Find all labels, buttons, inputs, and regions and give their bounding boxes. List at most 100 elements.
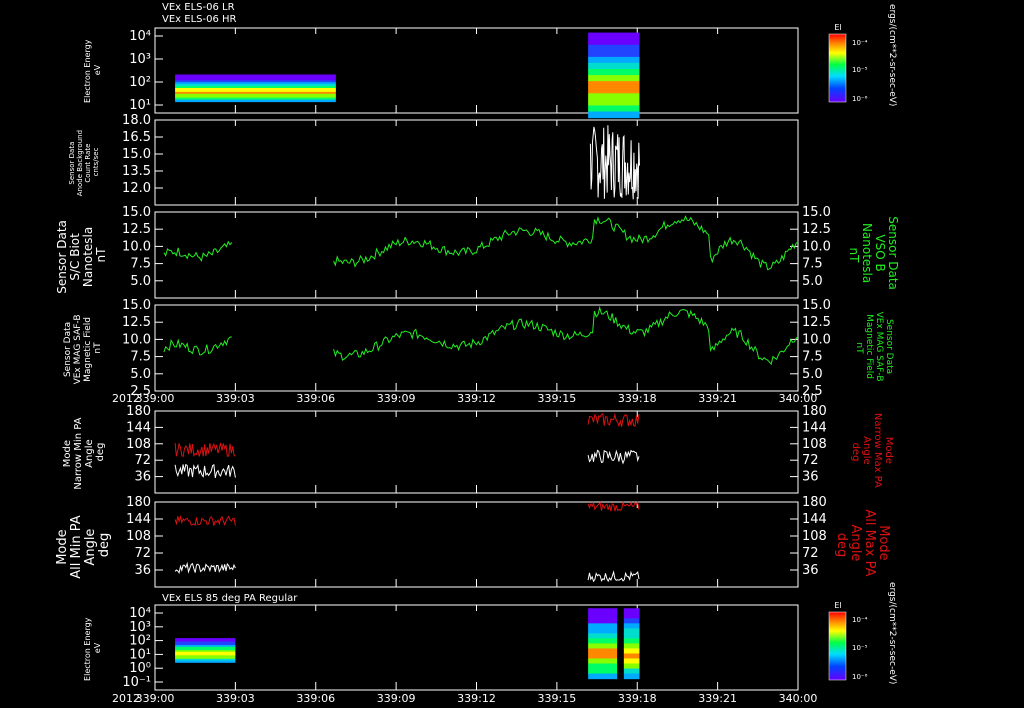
- header-line-1: VEx ELS-06 LR: [162, 2, 235, 13]
- colorbar-bottom: [828, 611, 847, 681]
- b-field-line-b-saf-0: [163, 336, 232, 356]
- spectrogram-row: [588, 618, 618, 624]
- xtick-label-upper-2: 339:06: [296, 392, 335, 405]
- ytick-label-b-scbiot-0: 15.0: [122, 205, 151, 220]
- spectrogram-row: [588, 673, 618, 680]
- pa-all-max-line-1: [587, 500, 640, 512]
- ylabel-b-saf: Sensor Data VEx MAG SAF-B Magnetic Field…: [63, 312, 103, 385]
- ylabel-spec-bottom-1: Electron Energy: [83, 617, 92, 681]
- ylabel-right-pa-all-1: Mode: [876, 525, 891, 560]
- spectrogram-row: [588, 32, 640, 40]
- spectrogram-row: [588, 648, 618, 655]
- ytick-label-spec-top-1: 10³: [129, 52, 151, 67]
- ytick-label-pa-all-1: 144: [126, 512, 151, 527]
- xtick-label-upper-6: 339:18: [618, 392, 657, 405]
- ylabel-b-scbiot-1: Sensor Data: [55, 220, 69, 294]
- pa-all-max-line-0: [174, 514, 236, 527]
- ylabel-right-b-saf-2: VEx MAG SAF-B: [874, 312, 884, 382]
- ylabel-b-saf-3: Magnetic Field: [83, 317, 93, 382]
- ylabel-right-pa-narrow-4: deg: [850, 443, 861, 462]
- ytick-label-right-pa-narrow-2: 108: [802, 437, 827, 452]
- ytick-label-pa-narrow-1: 144: [126, 420, 151, 435]
- colorbar-bottom-title: El: [834, 601, 841, 610]
- colorbar-top: [828, 33, 847, 103]
- spectrogram-row: [623, 608, 640, 614]
- xtick-label-upper-5: 339:15: [538, 392, 577, 405]
- ylabel-b-saf-2: VEx MAG SAF-B: [73, 314, 83, 384]
- spectrogram-row: [623, 658, 640, 665]
- colorbar-top-unit: ergs/(cm**2-sr-sec-eV): [887, 4, 897, 106]
- ytick-label-anode-bg-1: 16.5: [122, 130, 151, 145]
- ytick-label-right-b-saf-3: 7.5: [802, 350, 823, 365]
- xtick-label-lower-6: 339:18: [618, 692, 657, 705]
- spectrogram-row: [623, 623, 640, 629]
- xtick-label-lower-8: 340:00: [779, 692, 818, 705]
- xtick-label-lower-2: 339:06: [296, 692, 335, 705]
- spectrogram-row: [175, 99, 336, 103]
- ytick-label-right-b-saf-4: 5.0: [802, 367, 823, 382]
- colorbar-top-tick-1: 10⁻⁵: [852, 66, 868, 74]
- ylabel-anode: Sensor Data Anode Background Count Rate …: [68, 128, 100, 196]
- ylabel-right-b-saf-3: Magnetic Field: [864, 314, 874, 379]
- spectrogram-row: [175, 660, 236, 663]
- ytick-label-pa-narrow-4: 36: [134, 470, 151, 485]
- ytick-label-b-saf-3: 7.5: [130, 350, 151, 365]
- chart-figure: VEx ELS-06 LR VEx ELS-06 HR 10⁴10³10²10¹…: [55, 2, 900, 705]
- ylabel-right-pa-all-4: deg: [834, 533, 849, 558]
- xtick-label-upper-0: 339:00: [136, 392, 175, 405]
- colorbar-bottom-tick-2: 10⁻⁶: [852, 673, 868, 681]
- ytick-label-spec-top-3: 10¹: [129, 98, 151, 113]
- ylabel-spec-bottom-2: eV: [93, 642, 102, 653]
- pa-all-min-line-1: [587, 570, 640, 583]
- spectrogram-row: [588, 81, 640, 88]
- ylabel-spec-bottom: Electron Energy eV: [83, 615, 102, 681]
- spectrogram-row: [588, 111, 640, 119]
- pa-narrow-max-line-1: [587, 412, 640, 428]
- spectrogram-row: [588, 613, 618, 619]
- ytick-label-pa-narrow-2: 108: [126, 437, 151, 452]
- spectrogram-row: [623, 613, 640, 619]
- xtick-label-lower-0: 339:00: [136, 692, 175, 705]
- ylabel-right-b-saf-1: Sensor Data: [884, 319, 894, 374]
- xtick-label-lower-3: 339:09: [377, 692, 416, 705]
- ytick-label-right-b-saf-2: 10.0: [802, 332, 831, 347]
- ylabel-pa-all-4: deg: [97, 533, 112, 558]
- ytick-label-anode-bg-0: 18.0: [122, 113, 151, 128]
- ytick-label-pa-narrow-3: 72: [134, 453, 151, 468]
- xtick-label-lower-1: 339:03: [216, 692, 255, 705]
- ytick-label-pa-all-3: 72: [134, 546, 151, 561]
- ytick-label-right-b-saf-0: 15.0: [802, 298, 831, 313]
- ytick-label-right-b-scbiot-3: 7.5: [802, 257, 823, 272]
- spectrogram-row: [623, 628, 640, 634]
- ytick-label-b-scbiot-1: 12.5: [122, 222, 151, 237]
- b-field-line-b-saf-1: [333, 305, 799, 366]
- ylabel-spec-top-1: Electron Energy: [83, 39, 92, 103]
- spectrogram-row: [623, 648, 640, 655]
- ytick-label-spec-bottom-4: 10⁰: [129, 661, 151, 676]
- ytick-label-right-pa-all-3: 72: [802, 546, 819, 561]
- spectrogram-block-spec-top-0: [175, 74, 336, 103]
- spectrogram-row: [588, 628, 618, 634]
- xtick-label-upper-8: 340:00: [779, 392, 818, 405]
- ytick-label-pa-narrow-0: 180: [126, 404, 151, 419]
- spectrogram-row: [623, 618, 640, 624]
- ytick-label-b-scbiot-2: 10.0: [122, 239, 151, 254]
- spectrogram-row: [588, 658, 618, 665]
- spectrogram-block-spec-bottom-0: [175, 638, 236, 663]
- ylabel-right-pa-narrow-3: Angle: [861, 436, 872, 464]
- xtick-label-upper-3: 339:09: [377, 392, 416, 405]
- ylabel-pa-narrow-4: deg: [95, 443, 106, 462]
- ytick-label-right-pa-all-2: 108: [802, 529, 827, 544]
- spectrogram-row: [588, 56, 640, 64]
- xtick-label-lower-7: 339:21: [698, 692, 737, 705]
- spectrogram-block-spec-top-1: [588, 32, 640, 119]
- spectrogram-row: [588, 93, 640, 100]
- ylabel-right-pa-narrow-1: Mode: [883, 437, 894, 464]
- ytick-label-anode-bg-2: 15.0: [122, 147, 151, 162]
- spectrogram-row: [623, 653, 640, 660]
- ylabel-right-pa-all: Mode All Max PA Angle deg: [834, 509, 891, 580]
- spectrogram-row: [588, 75, 640, 82]
- ylabel-pa-narrow: Mode Narrow Min PA Angle deg: [62, 414, 106, 489]
- colorbar-bottom-unit: ergs/(cm**2-sr-sec-eV): [887, 582, 897, 684]
- ylabel-right-pa-all-2: All Max PA: [862, 509, 877, 576]
